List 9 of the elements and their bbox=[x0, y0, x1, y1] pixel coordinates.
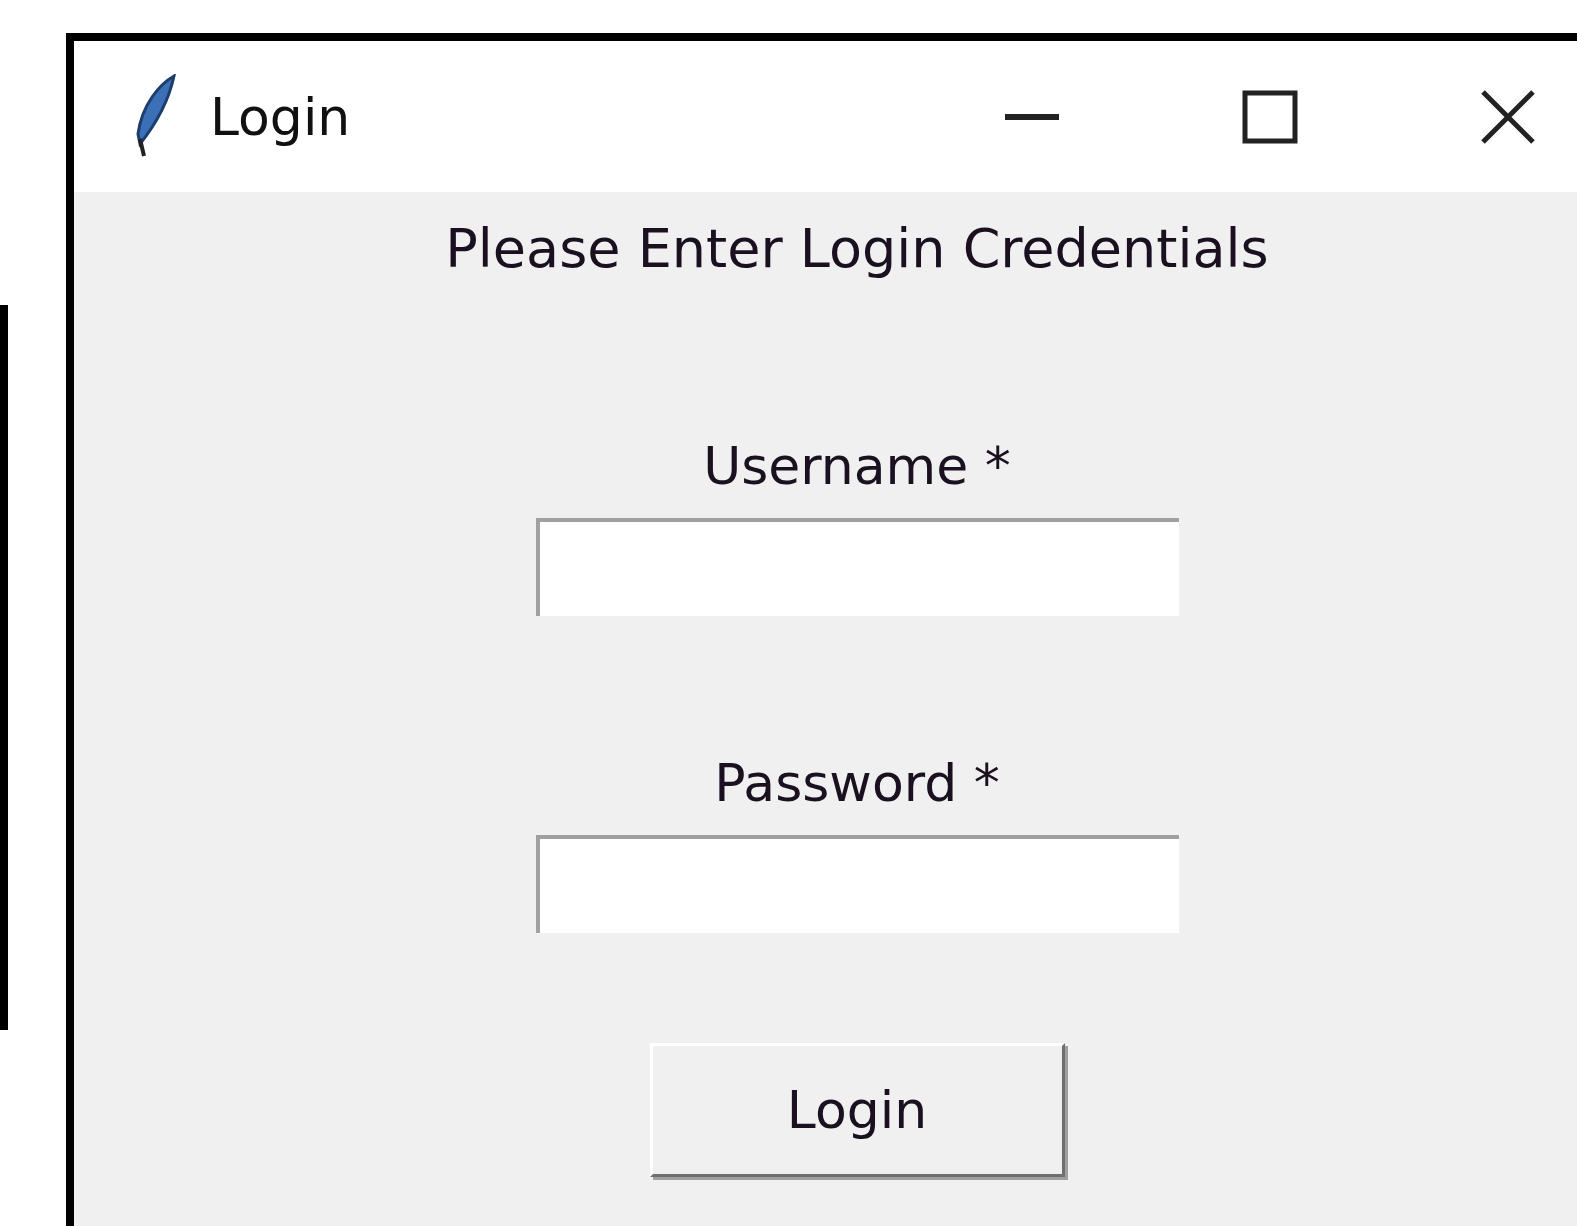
minimize-icon bbox=[1005, 113, 1059, 120]
field-label: Password * bbox=[714, 752, 1000, 815]
login-button[interactable]: Login bbox=[649, 1043, 1065, 1177]
maximize-icon bbox=[1242, 89, 1298, 144]
close-icon bbox=[1481, 89, 1535, 144]
form-heading: Please Enter Login Credentials bbox=[445, 216, 1269, 282]
input-field[interactable] bbox=[535, 835, 1179, 933]
field-label: Username * bbox=[703, 435, 1011, 498]
input-field[interactable] bbox=[535, 518, 1179, 616]
